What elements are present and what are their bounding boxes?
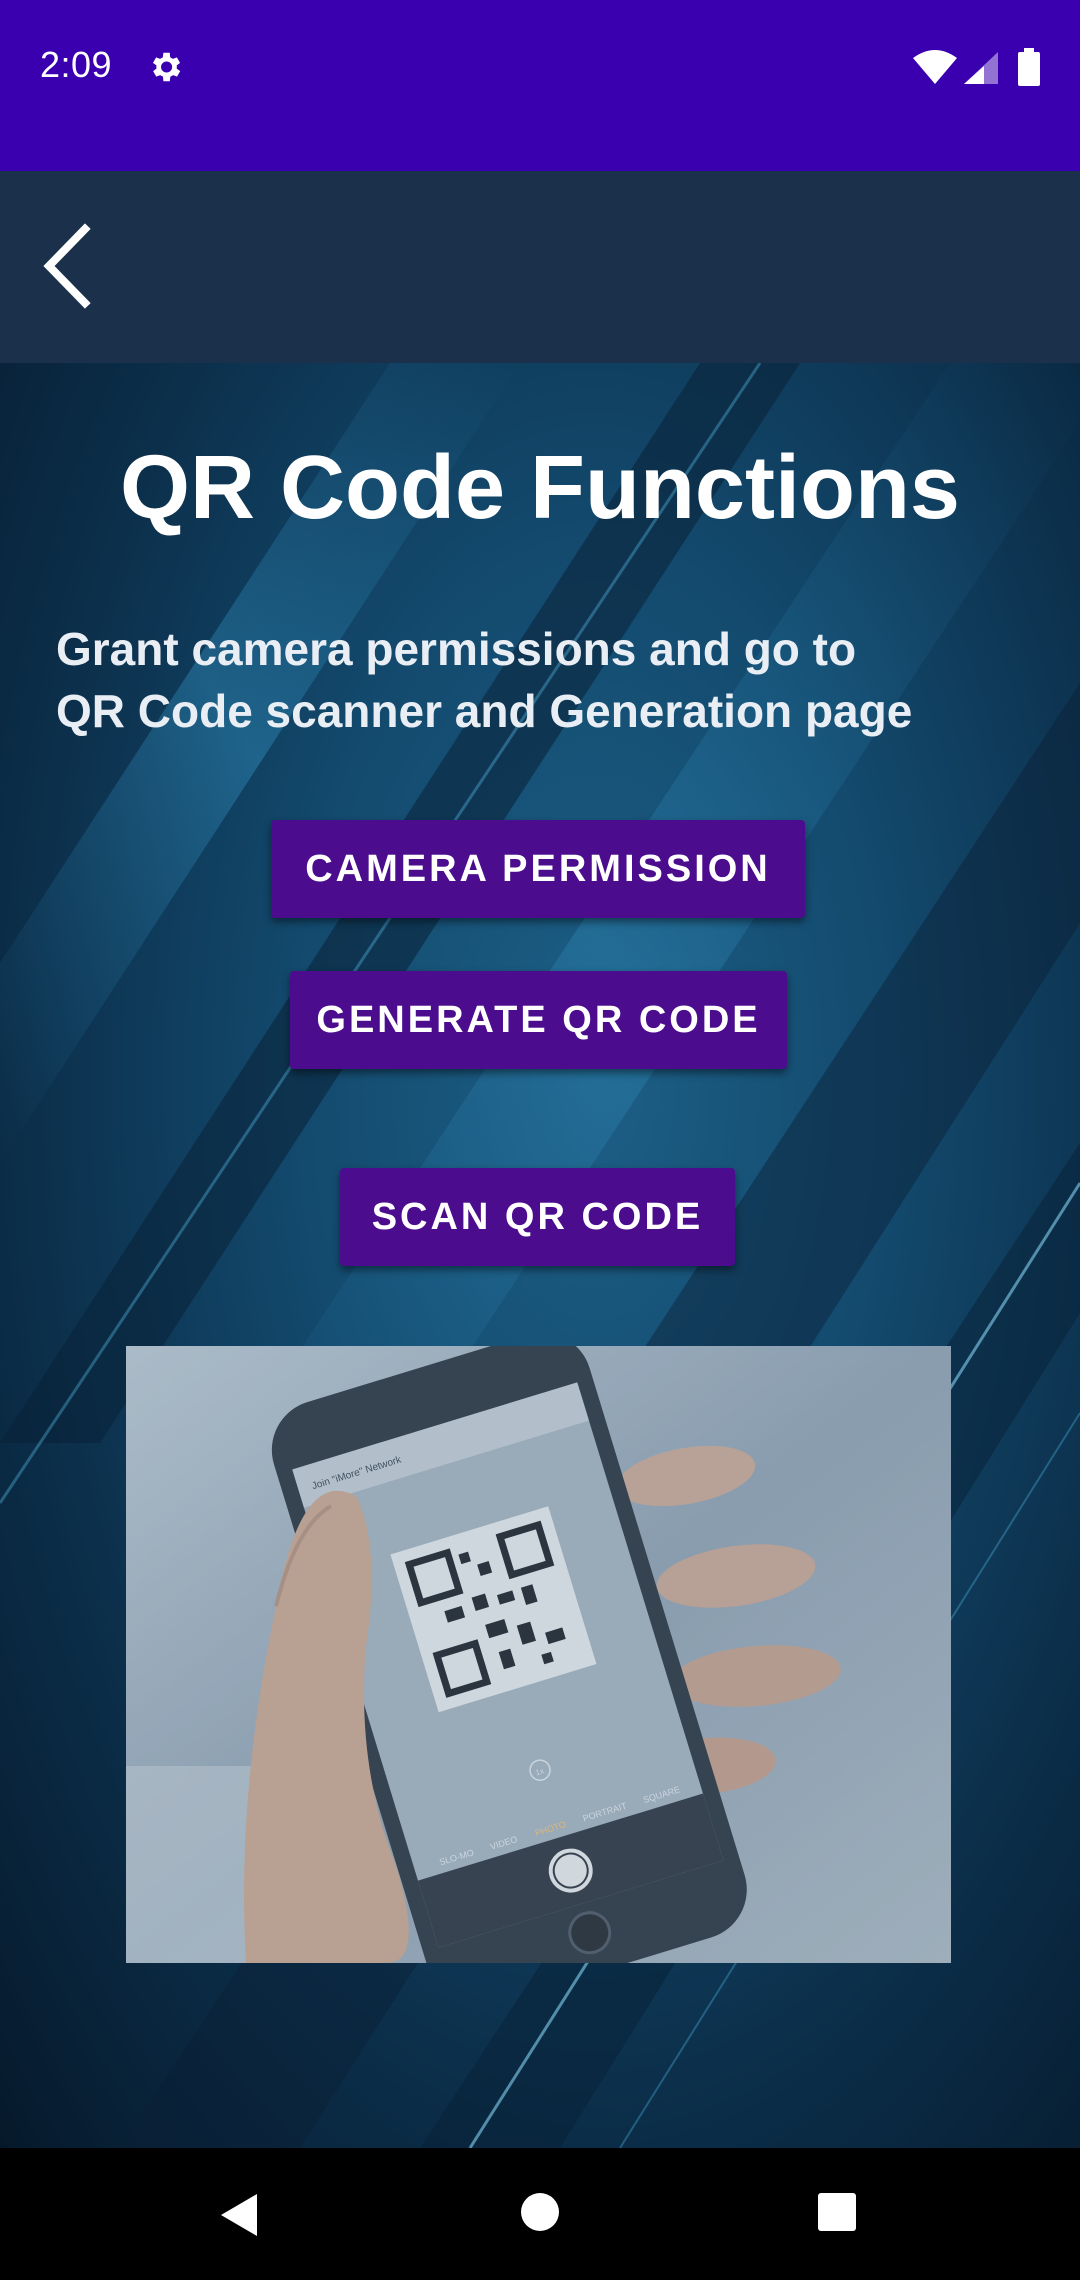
generate-qr-code-button[interactable]: GENERATE QR CODE [290,971,787,1069]
main-content: QR Code Functions Grant camera permissio… [0,363,1080,2148]
navigation-bar [0,2148,1080,2280]
status-time: 2:09 [40,44,113,85]
back-triangle-icon[interactable] [215,2190,265,2240]
status-bar: 2:09 [0,0,1080,171]
page-title: QR Code Functions [120,438,960,538]
phone-scan-picture: Join "iMore" Network SLO-MO VIDEO PHOTO … [126,1346,951,1963]
scan-qr-code-button[interactable]: SCAN QR CODE [340,1168,735,1266]
signal-icon [964,52,998,84]
wifi-icon [913,50,957,84]
home-circle-icon[interactable] [520,2192,560,2232]
gear-icon [152,52,181,82]
app-bar [0,171,1080,363]
camera-permission-button[interactable]: CAMERA PERMISSION [271,820,805,918]
subtitle-line-2: QR Code scanner and Generation page [56,685,913,737]
back-button[interactable] [24,211,114,321]
qr-scan-illustration: Join "iMore" Network SLO-MO VIDEO PHOTO … [126,1346,951,1963]
subtitle-line-1: Grant camera permissions and go to [56,623,857,675]
chevron-left-icon [43,223,91,309]
recents-square-icon[interactable] [817,2192,857,2232]
page-subtitle: Grant camera permissions and go to QR Co… [56,618,1036,742]
battery-icon [1018,48,1040,86]
